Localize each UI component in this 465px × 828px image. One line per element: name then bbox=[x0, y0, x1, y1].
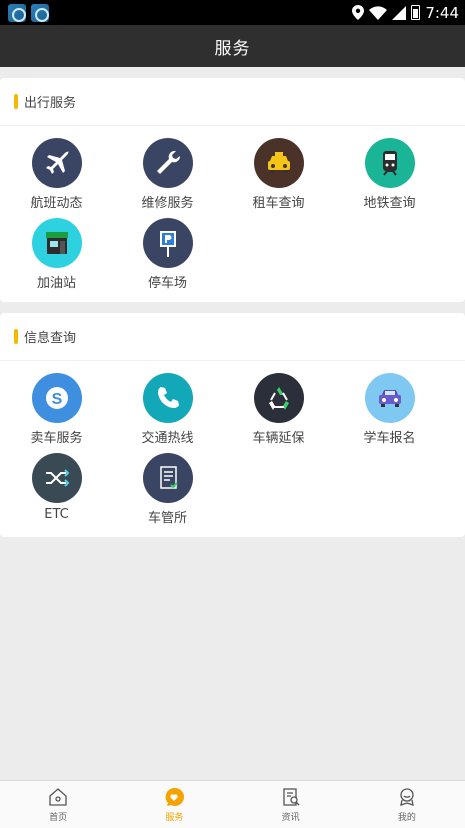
car-icon bbox=[364, 373, 415, 423]
page-title: 服务 bbox=[214, 38, 251, 59]
service-label: 车管所 bbox=[147, 511, 187, 526]
tab-label: 服务 bbox=[165, 812, 184, 823]
status-bar: 7:44 bbox=[0, 0, 465, 25]
svg-text:S: S bbox=[51, 391, 62, 408]
service-label: ETC bbox=[44, 507, 69, 522]
service-label: 卖车服务 bbox=[30, 431, 83, 446]
service-label: 停车场 bbox=[147, 276, 187, 291]
service-grid: S 卖车服务 交通热线 车辆延保 学车报名 ETC 车管所 bbox=[0, 361, 465, 531]
service-icon bbox=[166, 787, 185, 806]
service-extended-warranty[interactable]: 车辆延保 bbox=[223, 373, 334, 451]
shuffle-icon bbox=[31, 453, 82, 503]
home-icon bbox=[49, 787, 67, 806]
service-parking[interactable]: 停车场 bbox=[112, 218, 223, 296]
wifi-icon bbox=[369, 5, 388, 20]
section-accent-bar bbox=[14, 94, 18, 109]
service-repair[interactable]: 维修服务 bbox=[112, 138, 223, 216]
travel-services-card: 出行服务 航班动态 维修服务 租车查询 地铁查询 加油站 停车场 bbox=[0, 78, 465, 302]
signal-icon bbox=[392, 5, 407, 20]
wrench-icon bbox=[142, 138, 193, 188]
service-label: 航班动态 bbox=[30, 196, 83, 211]
subway-icon bbox=[364, 138, 415, 188]
service-sell-car[interactable]: S 卖车服务 bbox=[1, 373, 112, 451]
service-driving-school[interactable]: 学车报名 bbox=[334, 373, 445, 451]
parking-icon bbox=[142, 218, 193, 268]
profile-icon bbox=[400, 787, 414, 806]
service-traffic-hotline[interactable]: 交通热线 bbox=[112, 373, 223, 451]
service-label: 交通热线 bbox=[141, 431, 194, 446]
title-bar: 服务 bbox=[0, 25, 465, 67]
service-label: 租车查询 bbox=[252, 196, 305, 211]
document-icon bbox=[142, 453, 193, 503]
taxi-icon bbox=[253, 138, 304, 188]
service-flight-status[interactable]: 航班动态 bbox=[1, 138, 112, 216]
location-icon bbox=[352, 5, 365, 20]
service-label: 地铁查询 bbox=[363, 196, 416, 211]
app-notification-icon bbox=[8, 3, 26, 22]
battery-icon bbox=[411, 5, 421, 20]
section-title: 信息查询 bbox=[24, 331, 77, 346]
service-label: 车辆延保 bbox=[252, 431, 305, 446]
tab-service[interactable]: 服务 bbox=[116, 781, 232, 828]
news-icon bbox=[282, 787, 300, 806]
service-label: 加油站 bbox=[36, 276, 76, 291]
tab-label: 资讯 bbox=[281, 812, 300, 823]
tab-label: 首页 bbox=[49, 812, 68, 823]
service-etc[interactable]: ETC bbox=[1, 453, 112, 531]
service-label: 学车报名 bbox=[363, 431, 416, 446]
section-header: 信息查询 bbox=[0, 313, 465, 361]
tab-label: 我的 bbox=[397, 812, 416, 823]
section-header: 出行服务 bbox=[0, 78, 465, 126]
info-query-card: 信息查询 S 卖车服务 交通热线 车辆延保 学车报名 ETC 车管所 bbox=[0, 313, 465, 537]
service-grid: 航班动态 维修服务 租车查询 地铁查询 加油站 停车场 bbox=[0, 126, 465, 296]
phone-icon bbox=[142, 373, 193, 423]
recycle-icon bbox=[253, 373, 304, 423]
service-subway[interactable]: 地铁查询 bbox=[334, 138, 445, 216]
app-notification-icon bbox=[31, 3, 49, 22]
system-tray: 7:44 bbox=[352, 4, 459, 22]
section-accent-bar bbox=[14, 329, 18, 344]
tab-profile[interactable]: 我的 bbox=[349, 781, 465, 828]
service-label: 维修服务 bbox=[141, 196, 194, 211]
tab-news[interactable]: 资讯 bbox=[233, 781, 349, 828]
service-car-rental[interactable]: 租车查询 bbox=[223, 138, 334, 216]
section-title: 出行服务 bbox=[24, 96, 77, 111]
service-gas-station[interactable]: 加油站 bbox=[1, 218, 112, 296]
skype-icon: S bbox=[31, 373, 82, 423]
airplane-icon bbox=[31, 138, 82, 188]
clock: 7:44 bbox=[425, 3, 459, 22]
bottom-tab-bar: 首页 服务 资讯 我的 bbox=[0, 780, 465, 828]
gas-station-icon bbox=[31, 218, 82, 268]
notification-icons bbox=[8, 3, 49, 22]
service-vehicle-office[interactable]: 车管所 bbox=[112, 453, 223, 531]
tab-home[interactable]: 首页 bbox=[0, 781, 116, 828]
